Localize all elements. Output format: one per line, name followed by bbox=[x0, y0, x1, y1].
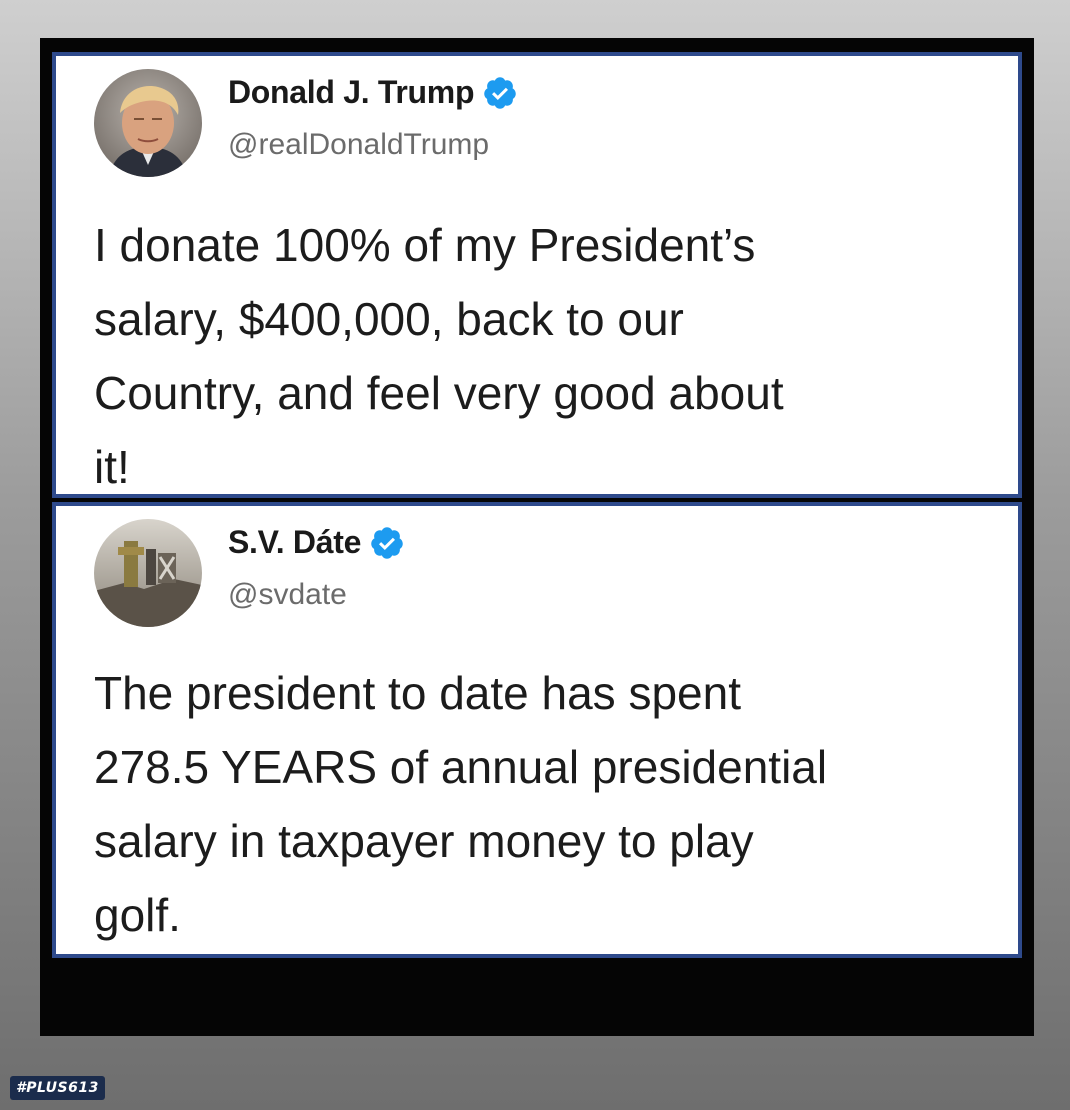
tweet-text: The president to date has spent 278.5 YE… bbox=[94, 667, 828, 941]
tweet-card[interactable]: S.V. Dáte @svdate The president to date … bbox=[52, 502, 1022, 958]
author-row: S.V. Dáte bbox=[228, 524, 405, 561]
watermark-logo: #PLUS613 bbox=[10, 1076, 105, 1100]
avatar-photo-icon bbox=[94, 69, 202, 177]
avatar[interactable] bbox=[94, 519, 202, 627]
author-handle[interactable]: @realDonaldTrump bbox=[228, 128, 489, 162]
tweet-text: I donate 100% of my President’s salary, … bbox=[94, 219, 784, 493]
avatar[interactable] bbox=[94, 69, 202, 177]
avatar-photo-icon bbox=[94, 519, 202, 627]
author-handle[interactable]: @svdate bbox=[228, 578, 347, 612]
tweet-card[interactable]: Donald J. Trump @realDonaldTrump I donat… bbox=[52, 52, 1022, 498]
display-name[interactable]: S.V. Dáte bbox=[228, 524, 361, 561]
verified-badge-icon bbox=[371, 526, 403, 559]
watermark-text: #PLUS613 bbox=[16, 1080, 99, 1096]
author-row: Donald J. Trump bbox=[228, 74, 518, 111]
display-name[interactable]: Donald J. Trump bbox=[228, 74, 475, 111]
verified-badge-icon bbox=[484, 76, 516, 109]
